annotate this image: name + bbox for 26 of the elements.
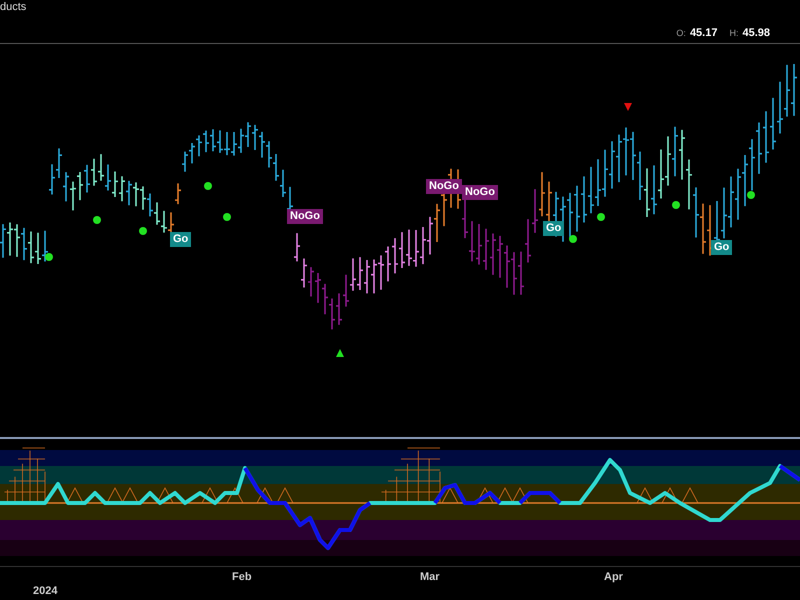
axis-label: Mar [420,571,440,583]
signal-dot-icon [672,201,680,209]
signal-tag: NoGo [426,179,462,194]
quote-label: O: [676,28,686,38]
up-triangle-icon [336,349,344,357]
signal-tag: Go [711,240,732,255]
signal-dot-icon [45,253,53,261]
signal-tag: Go [170,232,192,247]
signal-dot-icon [93,216,101,224]
chart-title: ducts [0,0,28,14]
signal-tag: NoGo [287,209,323,224]
axis-label: Apr [604,571,623,583]
signal-dot-icon [139,227,147,235]
signal-dot-icon [569,235,577,243]
quote-value: 45.98 [742,27,770,39]
axis-label: Feb [232,571,252,583]
signal-tag: NoGo [462,185,498,200]
axis-label: 2024 [33,585,58,597]
signal-dot-icon [204,182,212,190]
signal-dot-icon [597,213,605,221]
quote-value: 45.17 [690,27,718,39]
signal-dot-icon [747,191,755,199]
signal-dot-icon [223,213,231,221]
quote-label: H: [729,28,738,38]
down-triangle-icon [624,103,632,111]
signal-tag: Go [543,221,564,236]
